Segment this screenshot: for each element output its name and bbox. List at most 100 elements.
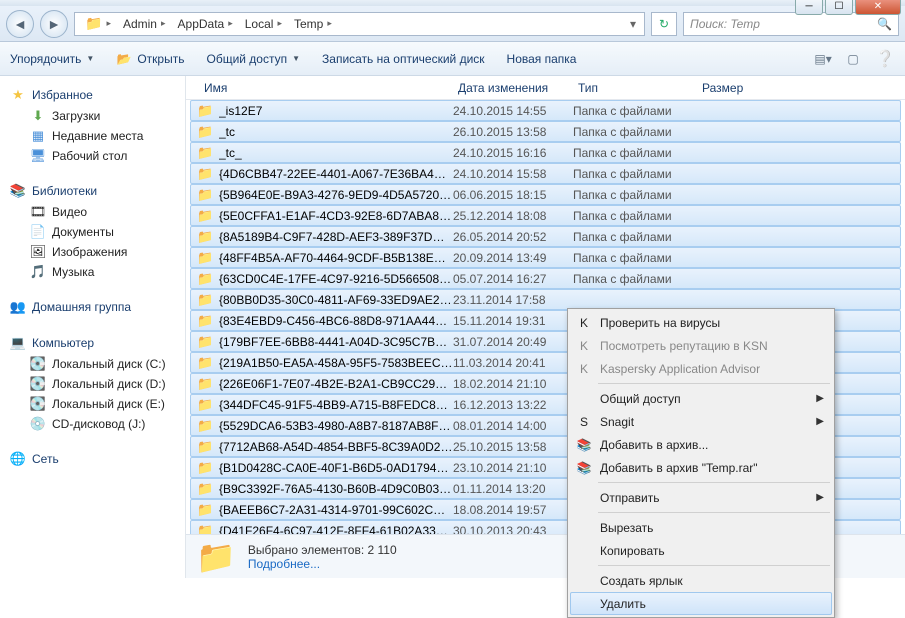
- sidebar-item[interactable]: 🖼Изображения: [4, 242, 181, 262]
- file-type: Папка с файлами: [573, 125, 697, 139]
- file-name: {83E4EBD9-C456-4BC6-88D8-971AA44CC2...: [219, 314, 453, 328]
- file-date: 25.10.2015 13:58: [453, 440, 573, 454]
- status-text: Выбрано элементов: 2 110: [248, 543, 397, 557]
- menu-item[interactable]: Отправить ▶: [570, 486, 832, 509]
- menu-label: Snagit: [600, 415, 634, 429]
- folder-icon: 📁: [197, 124, 213, 140]
- menu-item[interactable]: S Snagit ▶: [570, 410, 832, 433]
- preview-icon[interactable]: ▢: [845, 51, 861, 67]
- table-row[interactable]: 📁 _tc26.10.2015 13:58Папка с файлами: [190, 121, 901, 142]
- folder-icon: 📁: [197, 481, 213, 497]
- menu-item[interactable]: Удалить: [570, 592, 832, 615]
- sidebar: ★Избранное ⬇Загрузки ▦Недавние места 🖥Ра…: [0, 76, 186, 578]
- submenu-arrow: ▶: [816, 492, 824, 503]
- folder-icon: 📁: [197, 376, 213, 392]
- close-button[interactable]: ✕: [855, 0, 901, 15]
- file-date: 15.11.2014 19:31: [453, 314, 573, 328]
- sidebar-computer[interactable]: 💻Компьютер: [4, 332, 181, 354]
- menu-item[interactable]: KПосмотреть репутацию в KSN: [570, 334, 832, 357]
- menu-item[interactable]: Копировать: [570, 539, 832, 562]
- file-name: {179BF7EE-6BB8-4441-A04D-3C95C7B5F0...: [219, 335, 453, 349]
- sidebar-item[interactable]: 🎵Музыка: [4, 262, 181, 282]
- breadcrumb-seg: Admin▸: [117, 13, 172, 35]
- sidebar-item[interactable]: ⬇Загрузки: [4, 106, 181, 126]
- table-row[interactable]: 📁{5B964E0E-B9A3-4276-9ED9-4D5A572074...0…: [190, 184, 901, 205]
- new-folder-button[interactable]: Новая папка: [507, 52, 577, 66]
- menu-icon: S: [576, 415, 592, 429]
- file-date: 24.10.2015 16:16: [453, 146, 573, 160]
- star-icon: ★: [10, 87, 26, 103]
- menu-item[interactable]: Создать ярлык: [570, 569, 832, 592]
- share-button[interactable]: Общий доступ▼: [206, 52, 300, 66]
- folder-icon: 📁: [197, 334, 213, 350]
- folder-icon: 📁: [196, 538, 236, 576]
- table-row[interactable]: 📁{63CD0C4E-17FE-4C97-9216-5D56650887...0…: [190, 268, 901, 289]
- folder-icon: 📁: [197, 439, 213, 455]
- folder-icon: 📁: [197, 166, 213, 182]
- sidebar-item[interactable]: 💿CD-дисковод (J:): [4, 414, 181, 434]
- file-date: 01.11.2014 13:20: [453, 482, 573, 496]
- open-button[interactable]: 📂Открыть: [116, 51, 184, 67]
- sidebar-network[interactable]: 🌐Сеть: [4, 448, 181, 470]
- forward-button[interactable]: ►: [40, 10, 68, 38]
- file-name: {344DFC45-91F5-4BB9-A715-B8FEDC84C232}: [219, 398, 453, 412]
- search-input[interactable]: Поиск: Temp 🔍: [683, 12, 899, 36]
- burn-button[interactable]: Записать на оптический диск: [322, 52, 485, 66]
- back-button[interactable]: ◄: [6, 10, 34, 38]
- menu-label: Удалить: [600, 597, 646, 611]
- file-name: {B1D0428C-CA0E-40F1-B6D5-0AD17943E...: [219, 461, 453, 475]
- minimize-button[interactable]: ─: [795, 0, 823, 15]
- sidebar-libraries[interactable]: 📚Библиотеки: [4, 180, 181, 202]
- file-type: Папка с файлами: [573, 188, 697, 202]
- file-name: {4D6CBB47-22EE-4401-A067-7E36BA4F37...: [219, 167, 453, 181]
- table-row[interactable]: 📁{8A5189B4-C9F7-428D-AEF3-389F37DC34...2…: [190, 226, 901, 247]
- sidebar-item[interactable]: 💽Локальный диск (C:): [4, 354, 181, 374]
- sidebar-item[interactable]: 💽Локальный диск (E:): [4, 394, 181, 414]
- file-name: _tc: [219, 125, 453, 139]
- menu-item[interactable]: Вырезать: [570, 516, 832, 539]
- sidebar-favorites[interactable]: ★Избранное: [4, 84, 181, 106]
- sidebar-item[interactable]: 📄Документы: [4, 222, 181, 242]
- sidebar-homegroup[interactable]: 👥Домашняя группа: [4, 296, 181, 318]
- menu-item[interactable]: Общий доступ▶: [570, 387, 832, 410]
- help-icon[interactable]: ❔: [875, 49, 895, 69]
- file-name: {48FF4B5A-AF70-4464-9CDF-B5B138EB5B...: [219, 251, 453, 265]
- organize-button[interactable]: Упорядочить▼: [10, 52, 94, 66]
- menu-item[interactable]: 📚Добавить в архив "Temp.rar": [570, 456, 832, 479]
- table-row[interactable]: 📁_is12E724.10.2015 14:55Папка с файлами: [190, 100, 901, 121]
- sidebar-item[interactable]: 💽Локальный диск (D:): [4, 374, 181, 394]
- file-date: 31.07.2014 20:49: [453, 335, 573, 349]
- download-icon: ⬇: [30, 108, 46, 124]
- file-date: 16.12.2013 13:22: [453, 398, 573, 412]
- sidebar-item[interactable]: ▦Недавние места: [4, 126, 181, 146]
- menu-item[interactable]: KKaspersky Application Advisor: [570, 357, 832, 380]
- table-row[interactable]: 📁_tc_24.10.2015 16:16Папка с файлами: [190, 142, 901, 163]
- table-row[interactable]: 📁{80BB0D35-30C0-4811-AF69-33ED9AE27...23…: [190, 289, 901, 310]
- file-date: 26.10.2015 13:58: [453, 125, 573, 139]
- submenu-arrow: ▶: [816, 416, 824, 427]
- menu-label: Добавить в архив "Temp.rar": [600, 461, 758, 475]
- video-icon: 🎞: [30, 204, 46, 220]
- menu-label: Создать ярлык: [600, 574, 683, 588]
- sidebar-item[interactable]: 🎞Видео: [4, 202, 181, 222]
- menu-label: Отправить: [600, 491, 660, 505]
- details-link[interactable]: Подробнее...: [248, 557, 397, 571]
- drive-icon: 💽: [30, 396, 46, 412]
- breadcrumb-seg: AppData▸: [172, 13, 239, 35]
- breadcrumb[interactable]: 📁▸ Admin▸ AppData▸ Local▸ Temp▸ ▾: [74, 12, 645, 36]
- view-icon[interactable]: ▤▾: [815, 51, 831, 67]
- file-date: 24.10.2014 15:58: [453, 167, 573, 181]
- maximize-button[interactable]: ☐: [825, 0, 853, 15]
- column-headers[interactable]: Имя Дата изменения Тип Размер: [186, 76, 905, 100]
- homegroup-icon: 👥: [10, 299, 26, 315]
- context-menu[interactable]: KПроверить на вирусыKПосмотреть репутаци…: [567, 308, 835, 618]
- folder-icon: 📁: [197, 313, 213, 329]
- table-row[interactable]: 📁 {4D6CBB47-22EE-4401-A067-7E36BA4F37...2…: [190, 163, 901, 184]
- breadcrumb-seg: Temp▸: [288, 13, 338, 35]
- sidebar-item[interactable]: 🖥Рабочий стол: [4, 146, 181, 166]
- table-row[interactable]: 📁{48FF4B5A-AF70-4464-9CDF-B5B138EB5B...2…: [190, 247, 901, 268]
- menu-item[interactable]: KПроверить на вирусы: [570, 311, 832, 334]
- refresh-button[interactable]: ↻: [651, 12, 677, 36]
- menu-item[interactable]: 📚Добавить в архив...: [570, 433, 832, 456]
- table-row[interactable]: 📁{5E0CFFA1-E1AF-4CD3-92E8-6D7ABA881...25…: [190, 205, 901, 226]
